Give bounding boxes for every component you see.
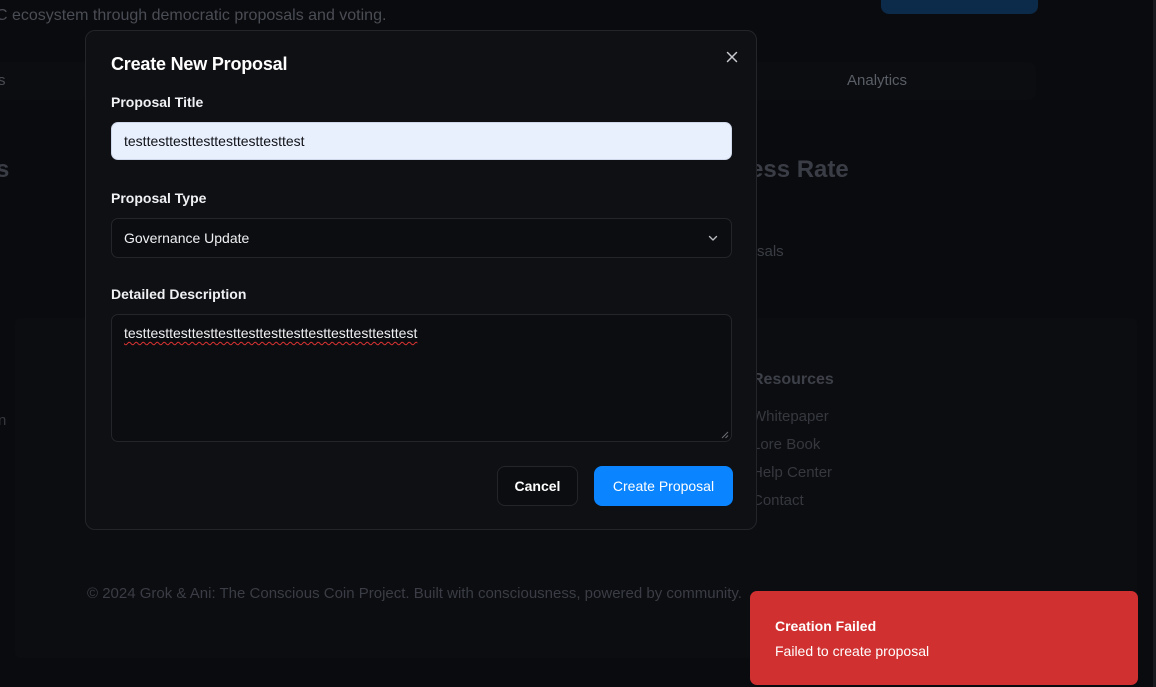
description-value: testtesttesttesttesttesttesttesttesttest… (124, 325, 418, 341)
proposal-type-value: Governance Update (124, 230, 250, 246)
footer-resources-heading: Resources (752, 371, 834, 388)
proposal-title-value: testtesttesttesttesttesttesttest (124, 133, 305, 149)
close-icon (726, 51, 738, 63)
footer-link-whitepaper[interactable]: Whitepaper (752, 408, 829, 425)
description-textarea[interactable]: testtesttesttesttesttesttesttesttesttest… (111, 314, 732, 442)
modal-title: Create New Proposal (111, 54, 288, 74)
proposal-type-label: Proposal Type (111, 190, 207, 206)
description-label: Detailed Description (111, 286, 247, 302)
footer-link-lore-book[interactable]: Lore Book (752, 436, 820, 453)
footer-link-contact[interactable]: Contact (752, 492, 804, 509)
tab-proposals[interactable]: s (0, 72, 6, 89)
cancel-button[interactable]: Cancel (497, 466, 578, 506)
stat-caption: sals (757, 243, 784, 260)
close-button[interactable] (722, 47, 742, 67)
stat-heading-left: s (0, 156, 10, 183)
toast-message: Failed to create proposal (775, 643, 930, 659)
header-action-button[interactable] (881, 0, 1038, 14)
stat-heading-success-rate: ess Rate (750, 156, 849, 183)
create-proposal-button[interactable]: Create Proposal (594, 466, 733, 506)
footer-link-help-center[interactable]: Help Center (752, 464, 832, 481)
proposal-type-select[interactable]: Governance Update (111, 218, 732, 258)
toast-title: Creation Failed (775, 618, 877, 634)
tab-analytics[interactable]: Analytics (847, 72, 907, 89)
resize-handle-icon[interactable] (721, 431, 729, 439)
proposal-title-input[interactable]: testtesttesttesttesttesttesttest (111, 122, 732, 160)
create-proposal-modal: Create New Proposal Proposal Title testt… (85, 30, 757, 530)
chevron-down-icon (708, 235, 718, 241)
page: C ecosystem through democratic proposals… (0, 0, 1156, 687)
footer-copyright: © 2024 Grok & Ani: The Conscious Coin Pr… (87, 585, 742, 602)
footer-left-text: n (0, 412, 7, 429)
error-toast[interactable]: Creation Failed Failed to create proposa… (750, 591, 1138, 685)
proposal-title-label: Proposal Title (111, 94, 204, 110)
page-subtitle: C ecosystem through democratic proposals… (0, 7, 387, 24)
